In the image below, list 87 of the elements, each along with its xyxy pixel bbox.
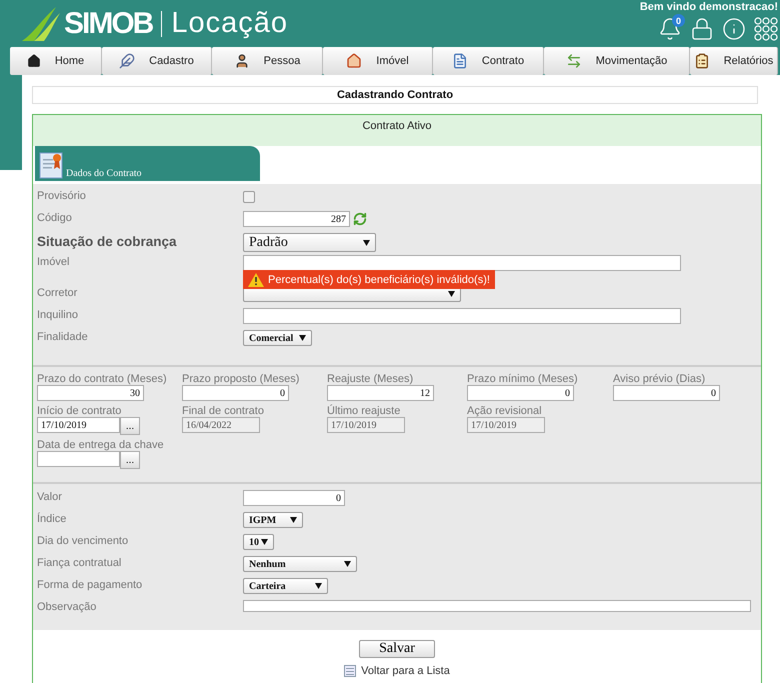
- checkbox[interactable]: [243, 191, 255, 203]
- field-label: Ação revisional: [467, 405, 543, 417]
- field-label: Índice: [37, 512, 68, 525]
- logo-icon: [20, 4, 60, 42]
- input-field[interactable]: 287: [243, 211, 350, 227]
- field-label: Observação: [37, 600, 98, 613]
- input-field[interactable]: 12: [327, 385, 434, 401]
- field-label: Fiança contratual: [37, 556, 122, 569]
- input-field[interactable]: 0: [467, 385, 574, 401]
- date-picker-button[interactable]: ...: [120, 417, 140, 435]
- field-label: Imóvel: [37, 255, 70, 268]
- field-label: Valor: [37, 490, 63, 503]
- input-field[interactable]: [243, 255, 681, 271]
- field-label: Final de contrato: [182, 405, 265, 417]
- date-field: 17/10/2019: [467, 417, 545, 433]
- input-field[interactable]: [243, 308, 681, 324]
- select-field[interactable]: Carteira: [243, 578, 328, 594]
- field-label: Código: [37, 211, 73, 224]
- field-label: Início de contrato: [37, 405, 122, 417]
- field-label: Forma de pagamento: [37, 578, 144, 591]
- nav-menu-item[interactable]: Movimentação: [544, 47, 690, 75]
- date-field: 17/10/2019: [327, 417, 405, 433]
- input-field[interactable]: 30: [37, 385, 144, 401]
- house-icon: [346, 53, 362, 69]
- date-picker-button[interactable]: ...: [120, 451, 140, 469]
- input-field[interactable]: 0: [182, 385, 289, 401]
- caret-icon: [315, 583, 322, 589]
- product-name: Locação: [171, 7, 288, 40]
- date-field[interactable]: 17/10/2019: [37, 417, 120, 433]
- select-field[interactable]: IGPM: [243, 512, 303, 528]
- caret-icon: [290, 517, 297, 523]
- field-label: Corretor: [37, 286, 78, 299]
- refresh-icon[interactable]: [353, 212, 367, 226]
- date-field: 16/04/2022: [182, 417, 260, 433]
- select-field[interactable]: Nenhum: [243, 556, 357, 572]
- field-label: Situação de cobrança: [37, 233, 178, 249]
- person-icon: [234, 53, 250, 69]
- field-label: Finalidade: [37, 330, 89, 343]
- list-icon: [344, 665, 356, 677]
- document-icon: [452, 53, 468, 69]
- nav-menu-item[interactable]: Cadastro: [102, 47, 212, 75]
- page-title: Cadastrando Contrato: [32, 86, 758, 104]
- field-label: Data de entrega da chave: [37, 439, 165, 451]
- field-label: Provisório: [37, 189, 87, 202]
- lock-icon[interactable]: [690, 17, 714, 41]
- select-field[interactable]: 10: [243, 534, 274, 550]
- notification-count: 0: [672, 14, 685, 27]
- notification-icon[interactable]: [658, 17, 682, 41]
- welcome-text: Bem vindo demonstracao!: [640, 1, 778, 13]
- select-field[interactable]: Padrão: [243, 233, 376, 252]
- field-label: Prazo do contrato (Meses): [37, 373, 168, 385]
- text-area[interactable]: [243, 600, 751, 612]
- input-field[interactable]: 0: [613, 385, 720, 401]
- feather-icon: [119, 53, 136, 69]
- arrows-icon: [566, 53, 582, 69]
- apps-grid-icon[interactable]: [754, 17, 778, 41]
- field-label: Último reajuste: [327, 405, 402, 417]
- back-link[interactable]: Voltar para a Lista: [344, 665, 450, 677]
- field-label: Reajuste (Meses): [327, 373, 414, 385]
- nav-menu-item[interactable]: Pessoa: [212, 47, 323, 75]
- caret-icon: [261, 539, 268, 545]
- form-tab[interactable]: Dados do Contrato: [35, 146, 260, 181]
- nav-menu-item[interactable]: Relatórios: [690, 47, 778, 75]
- nav-menu-item[interactable]: Imóvel: [323, 47, 433, 75]
- nav-menu-item[interactable]: Home: [10, 47, 102, 75]
- date-field[interactable]: [37, 451, 120, 467]
- info-icon[interactable]: [722, 17, 746, 41]
- field-label: Aviso prévio (Dias): [613, 373, 706, 385]
- caret-icon: [363, 240, 370, 246]
- caret-icon: [448, 291, 455, 297]
- certificate-icon: [39, 151, 63, 179]
- status-bar: Contrato Ativo: [33, 115, 761, 146]
- brand-name: SIMOB: [64, 6, 152, 40]
- field-label: Prazo proposto (Meses): [182, 373, 300, 385]
- home-icon: [26, 54, 41, 68]
- caret-icon: [344, 561, 351, 567]
- error-tooltip: Percentual(s) do(s) beneficiário(s) inválido(s)!: [243, 270, 495, 289]
- select-field[interactable]: Comercial: [243, 330, 312, 346]
- nav-menu-item[interactable]: Contrato: [433, 47, 544, 75]
- input-field[interactable]: 0: [243, 490, 345, 506]
- field-label: Dia do vencimento: [37, 534, 130, 547]
- warning-icon: [248, 272, 264, 286]
- field-label: Inquilino: [37, 308, 79, 321]
- clipboard-icon: [694, 53, 710, 69]
- save-button[interactable]: Salvar: [359, 640, 435, 658]
- field-label: Prazo mínimo (Meses): [467, 373, 579, 385]
- caret-icon: [299, 335, 306, 341]
